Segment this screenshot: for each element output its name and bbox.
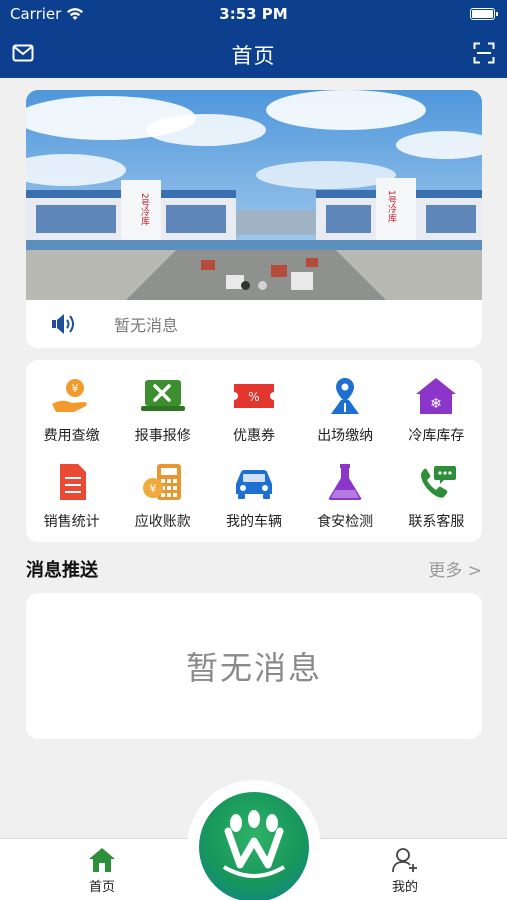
banner-sign-2: 2号冷库 bbox=[139, 193, 150, 227]
tab-me[interactable]: 我的 bbox=[365, 847, 445, 895]
payment-hand-icon: ¥ bbox=[51, 379, 87, 412]
receivable-calculator-icon: ¥ bbox=[142, 464, 181, 500]
cold-storage-icon: ❄ bbox=[416, 378, 457, 414]
status-bar: Carrier 3:53 PM bbox=[0, 0, 507, 30]
svg-text:❄: ❄ bbox=[431, 396, 443, 412]
sales-report-icon bbox=[59, 464, 86, 500]
flask-icon bbox=[328, 464, 362, 500]
brand-logo-icon bbox=[222, 810, 286, 878]
user-add-icon bbox=[392, 848, 417, 873]
tab-me-label: 我的 bbox=[391, 880, 418, 895]
grid-item-label: 我的车辆 bbox=[225, 514, 282, 530]
grid-item-sales-stats[interactable]: 销售统计 bbox=[26, 452, 117, 538]
grid-item-label: 费用查缴 bbox=[43, 428, 100, 444]
customer-service-phone-icon bbox=[421, 466, 457, 498]
grid-item-label: 销售统计 bbox=[43, 514, 100, 530]
repair-tools-icon bbox=[140, 380, 185, 411]
grid-item-label: 优惠券 bbox=[232, 428, 275, 444]
battery-icon bbox=[470, 8, 498, 20]
messages-card: 暂无消息 bbox=[26, 593, 482, 739]
grid-item-label: 联系客服 bbox=[408, 514, 465, 530]
function-grid-card: ¥ 费用查缴 报事报修 % 优惠券 出场缴纳 ❄ 冷库库存 销售统计 ¥ 应收账… bbox=[26, 360, 482, 542]
svg-text:%: % bbox=[248, 390, 259, 404]
notice-bar[interactable]: 暂无消息 bbox=[26, 300, 482, 348]
banner-sign-1: 1号冷库 bbox=[386, 190, 397, 224]
svg-text:¥: ¥ bbox=[71, 382, 78, 395]
tab-home-label: 首页 bbox=[88, 880, 115, 895]
grid-item-receivables[interactable]: ¥ 应收账款 bbox=[117, 452, 208, 538]
coupon-icon: % bbox=[233, 384, 274, 408]
banner-image: 2号冷库 1号冷库 bbox=[26, 90, 482, 300]
messages-title: 消息推送 bbox=[26, 560, 98, 581]
carousel-dots bbox=[26, 281, 482, 290]
banner-carousel[interactable]: 2号冷库 1号冷库 bbox=[26, 90, 482, 300]
grid-item-label: 应收账款 bbox=[134, 514, 191, 530]
function-grid: ¥ 费用查缴 报事报修 % 优惠券 出场缴纳 ❄ 冷库库存 销售统计 ¥ 应收账… bbox=[26, 360, 482, 538]
home-icon bbox=[89, 848, 115, 872]
carousel-dot[interactable] bbox=[258, 281, 267, 290]
grid-item-my-vehicles[interactable]: 我的车辆 bbox=[208, 452, 299, 538]
page-title: 首页 bbox=[231, 44, 276, 68]
grid-item-repair[interactable]: 报事报修 bbox=[117, 366, 208, 452]
tab-home[interactable]: 首页 bbox=[62, 847, 142, 895]
top-nav-bar: 首页 bbox=[0, 30, 507, 78]
notice-text: 暂无消息 bbox=[114, 316, 179, 335]
grid-item-label: 报事报修 bbox=[134, 428, 191, 444]
grid-item-label: 冷库库存 bbox=[408, 428, 465, 444]
svg-text:¥: ¥ bbox=[149, 482, 156, 495]
messages-more-link[interactable]: 更多 > bbox=[428, 556, 482, 581]
exit-location-icon bbox=[331, 378, 360, 414]
scan-icon[interactable] bbox=[473, 42, 495, 64]
grid-item-label: 食安检测 bbox=[317, 514, 374, 530]
banner-card: 2号冷库 1号冷库 暂无消息 bbox=[26, 90, 482, 348]
grid-item-food-safety[interactable]: 食安检测 bbox=[300, 452, 391, 538]
clock: 3:53 PM bbox=[219, 5, 288, 23]
grid-item-coupon[interactable]: % 优惠券 bbox=[208, 366, 299, 452]
grid-item-cold-storage[interactable]: ❄ 冷库库存 bbox=[391, 366, 482, 452]
grid-item-customer-service[interactable]: 联系客服 bbox=[391, 452, 482, 538]
speaker-icon bbox=[52, 314, 74, 334]
grid-item-label: 出场缴纳 bbox=[317, 428, 374, 444]
messages-header: 消息推送 更多 > bbox=[26, 554, 482, 582]
messages-empty-text: 暂无消息 bbox=[185, 649, 322, 687]
carousel-dot-active[interactable] bbox=[241, 281, 250, 290]
grid-item-fee-payment[interactable]: ¥ 费用查缴 bbox=[26, 366, 117, 452]
car-icon bbox=[235, 470, 272, 499]
grid-item-exit-payment[interactable]: 出场缴纳 bbox=[300, 366, 391, 452]
center-logo-button[interactable] bbox=[187, 780, 321, 900]
